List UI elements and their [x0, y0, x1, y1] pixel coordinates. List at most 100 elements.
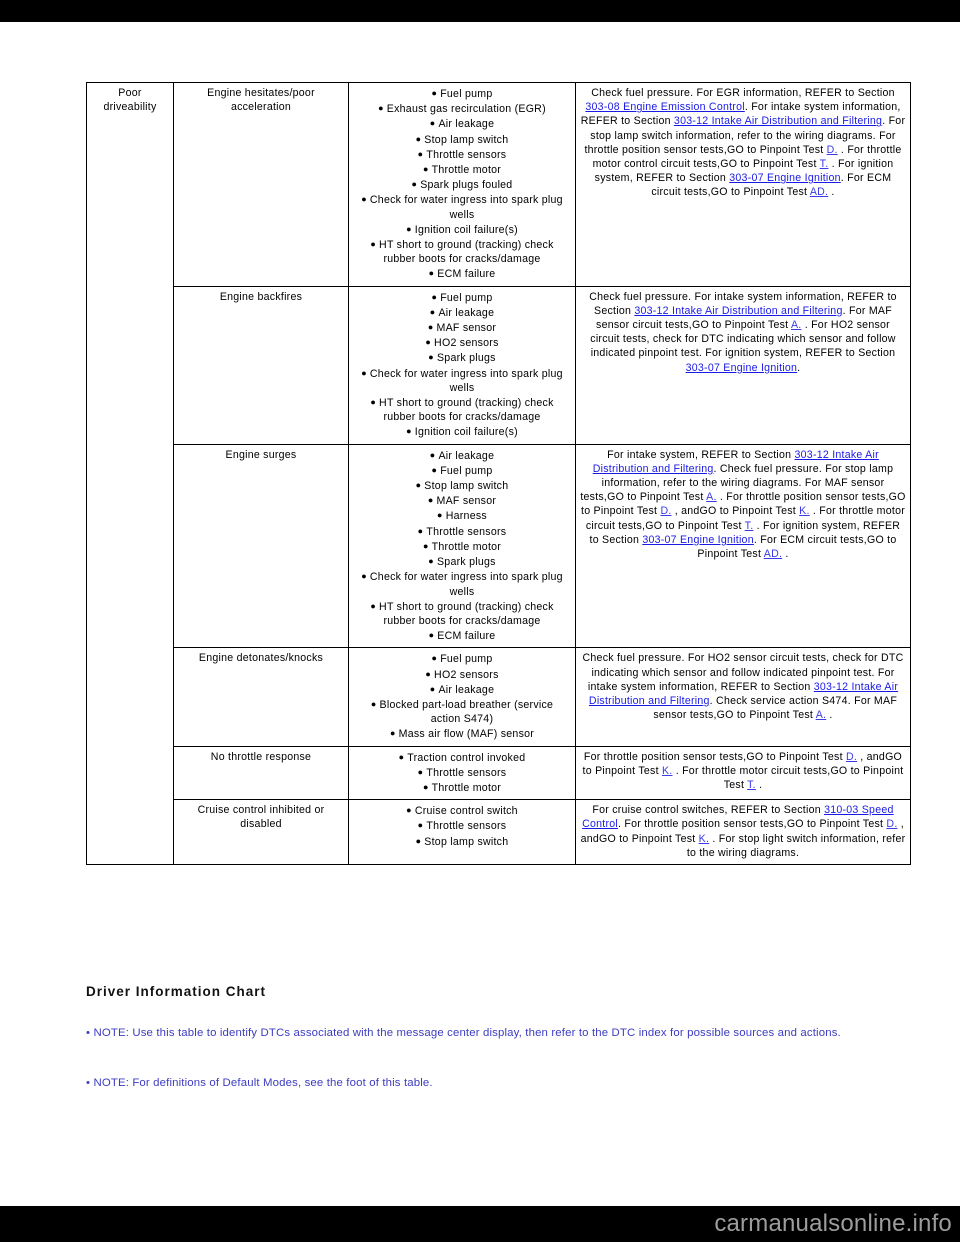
action-cell: Check fuel pressure. For intake system i…: [575, 285, 911, 445]
bullet-icon: ●: [429, 118, 436, 129]
reference-link[interactable]: 303-07 Engine Ignition: [642, 534, 754, 546]
symptom-cell: Poor driveability: [86, 82, 174, 865]
condition-cell: No throttle response: [173, 745, 349, 801]
table-row: Engine backfires ● Fuel pump ● Air leakage ●…: [87, 285, 911, 445]
sources-cell: ● Cruise control switch ● Throttle sensors ●…: [348, 799, 576, 865]
source-item: ● Throttle sensors: [417, 820, 507, 833]
source-item: ● Throttle motor: [422, 164, 502, 177]
table-row: Poor driveability Engine hesitates/poor …: [86, 82, 911, 865]
bullet-icon: ●: [431, 88, 438, 98]
source-item: ● Stop lamp switch: [415, 480, 509, 493]
source-item: ● Fuel pump: [431, 464, 493, 477]
source-item: ● MAF sensor: [427, 322, 497, 335]
note-default-modes: • NOTE: For definitions of Default Modes…: [86, 1077, 433, 1089]
top-black-bar: [0, 0, 960, 22]
source-item: ● Throttle sensors: [417, 148, 507, 161]
table-body: Poor driveability Engine hesitates/poor …: [86, 82, 911, 865]
bullet-icon: ●: [417, 148, 424, 159]
source-item: ● Stop lamp switch: [415, 133, 509, 146]
site-watermark: carmanualsonline.info: [714, 1210, 952, 1237]
reference-link[interactable]: A.: [706, 491, 717, 503]
source-item: ● Throttle sensors: [417, 525, 507, 538]
reference-link[interactable]: AD.: [764, 548, 782, 560]
table-row: Engine surges ● Air leakage ● Fuel pump ● Sto…: [87, 443, 911, 649]
bullet-icon: ●: [425, 668, 432, 679]
reference-link[interactable]: 303-12 Intake Air Distribution and Filte…: [674, 115, 882, 127]
bullet-icon: ●: [415, 480, 422, 491]
reference-link[interactable]: D.: [660, 505, 671, 517]
bullet-icon: ●: [429, 449, 436, 460]
reference-link[interactable]: T.: [747, 779, 756, 791]
reference-link[interactable]: K.: [662, 765, 673, 777]
source-item: ● Check for water ingress into spark plug…: [361, 571, 563, 598]
note-dtc-index: • NOTE: Use this table to identify DTCs …: [86, 1027, 841, 1039]
sources-list: ● Fuel pump ● HO2 sensors ● Air leakage ● Block…: [353, 651, 571, 741]
sources-list: ● Air leakage ● Fuel pump ● Stop lamp switch ●…: [353, 448, 571, 644]
source-item: ● HO2 sensors: [425, 337, 499, 350]
bullet-icon: ●: [389, 728, 396, 739]
source-item: ● Exhaust gas recirculation (EGR): [378, 103, 546, 116]
condition-cell: Cruise control inhibited or disabled: [173, 799, 349, 865]
source-item: ● HT short to ground (tracking) check rub…: [370, 600, 554, 627]
condition-cell: Engine backfires: [173, 285, 349, 445]
bullet-icon: ●: [406, 426, 412, 437]
document-page: Poor driveability Engine hesitates/poor …: [0, 22, 960, 1206]
bullet-icon: ●: [427, 495, 434, 506]
source-item: ● MAF sensor: [427, 495, 497, 508]
source-item: ● ECM failure: [428, 630, 496, 643]
source-item: ● Stop lamp switch: [415, 835, 509, 848]
sources-list: ● Traction control invoked ● Throttle senso…: [353, 750, 571, 796]
bullet-icon: ●: [370, 698, 377, 709]
source-item: ● Throttle motor: [422, 781, 502, 794]
bullet-icon: ●: [417, 525, 424, 536]
bullet-icon: ●: [428, 352, 434, 363]
reference-link[interactable]: T.: [745, 520, 754, 532]
source-item: ● Air leakage: [429, 306, 495, 319]
reference-link[interactable]: T.: [820, 158, 829, 170]
action-cell: For throttle position sensor tests,GO to…: [575, 745, 911, 801]
source-item: ● Spark plugs fouled: [411, 179, 513, 192]
source-item: ● Throttle sensors: [417, 766, 507, 779]
reference-link[interactable]: D.: [846, 751, 857, 763]
reference-link[interactable]: 303-07 Engine Ignition: [729, 172, 841, 184]
bullet-icon: ●: [415, 133, 422, 144]
reference-link[interactable]: 310-03 Speed Control: [582, 804, 894, 830]
sources-cell: ● Air leakage ● Fuel pump ● Stop lamp switch ●…: [348, 443, 576, 649]
bullet-icon: ●: [428, 268, 435, 279]
bullet-icon: ●: [422, 540, 429, 551]
reference-link[interactable]: 303-12 Intake Air Distribution and Filte…: [634, 305, 842, 317]
reference-link[interactable]: AD.: [810, 186, 828, 198]
source-item: ● Cruise control switch: [406, 805, 518, 818]
action-cell: For cruise control switches, REFER to Se…: [575, 799, 911, 865]
reference-link[interactable]: K.: [699, 833, 710, 845]
reference-link[interactable]: 303-08 Engine Emission Control: [585, 101, 744, 113]
sources-list: ● Fuel pump ● Exhaust gas recirculation (EG…: [353, 86, 571, 282]
reference-link[interactable]: D.: [827, 144, 838, 156]
bullet-icon: ●: [422, 781, 429, 792]
bullet-icon: ●: [411, 179, 418, 190]
source-item: ● Spark plugs: [428, 556, 496, 569]
table-row: Cruise control inhibited or disabled ● Cr…: [87, 799, 911, 865]
reference-link[interactable]: K.: [799, 505, 810, 517]
action-cell: Check fuel pressure. For HO2 sensor circ…: [575, 647, 911, 747]
reference-link[interactable]: D.: [886, 818, 897, 830]
bullet-icon: ●: [425, 337, 432, 348]
source-item: ● Air leakage: [429, 683, 495, 696]
source-item: ● Fuel pump: [431, 291, 493, 304]
driver-information-table: Poor driveability Engine hesitates/poor …: [86, 82, 911, 865]
reference-link[interactable]: A.: [816, 709, 827, 721]
source-item: ● HO2 sensors: [425, 668, 499, 681]
source-item: ● Check for water ingress into spark plug…: [361, 194, 563, 221]
condition-cell: Engine detonates/knocks: [173, 647, 349, 747]
source-item: ● Air leakage: [429, 449, 495, 462]
bullet-icon: ●: [370, 239, 377, 250]
reference-link[interactable]: A.: [791, 319, 802, 331]
bullet-icon: ●: [428, 556, 434, 567]
reference-link[interactable]: 303-12 Intake Air Distribution and Filte…: [593, 449, 879, 475]
sources-cell: ● Fuel pump ● Air leakage ● MAF sensor ● HO2 se…: [348, 285, 576, 445]
bullet-icon: ●: [370, 600, 377, 611]
reference-link[interactable]: 303-07 Engine Ignition: [686, 362, 798, 374]
reference-link[interactable]: 303-12 Intake Air Distribution and Filte…: [589, 681, 898, 707]
source-item: ● HT short to ground (tracking) check rub…: [370, 397, 554, 424]
sources-list: ● Fuel pump ● Air leakage ● MAF sensor ● HO2 se…: [353, 290, 571, 440]
